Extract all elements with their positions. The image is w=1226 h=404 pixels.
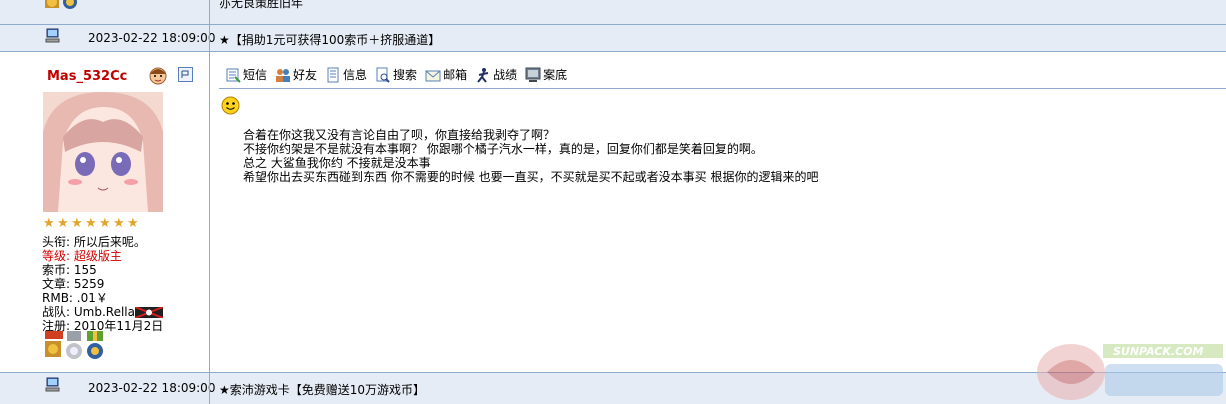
- post-time: 2023-02-22 18:09:00: [88, 381, 216, 395]
- toolbar-item-record[interactable]: 案底: [525, 66, 567, 83]
- user-info-value: Umb.Rella: [70, 305, 135, 319]
- rank-star-icon: ★: [85, 216, 97, 231]
- toolbar-item-sms[interactable]: 短信: [225, 66, 267, 83]
- user-info-row: RMB: .01￥: [42, 291, 163, 305]
- post-text-line: 总之 大鲨鱼我你约 不接就是没本事: [243, 156, 431, 170]
- user-info-row: 战队: Umb.Rella: [42, 305, 164, 319]
- rank-star-icon: ★: [113, 216, 125, 231]
- rank-star-icon: ★: [43, 216, 55, 231]
- toolbar-item-label: 短信: [243, 68, 268, 82]
- site-watermark-logo: SUNPACK.COM: [1033, 338, 1226, 404]
- sms-icon: [226, 68, 241, 83]
- user-info-label: 索币:: [42, 263, 71, 277]
- column-divider: [209, 373, 210, 404]
- user-info-label: 战队:: [42, 305, 71, 319]
- toolbar-item-label: 信息: [343, 68, 368, 82]
- user-info-row: 索币: 155: [42, 263, 163, 277]
- post-text-line: 不接你约架是不是就没有本事啊？ 你跟哪个橘子汽水一样，真的是，回复你们都是笑着回…: [243, 142, 763, 156]
- send-message-icon[interactable]: [178, 67, 193, 82]
- user-info-label: RMB:: [42, 291, 73, 305]
- mail-icon: [425, 70, 441, 81]
- post-time: 2023-02-22 18:09:00: [88, 31, 216, 45]
- column-divider: [209, 0, 210, 404]
- prev-post-footer: [0, 0, 1226, 24]
- toolbar-item-search[interactable]: 搜索: [375, 66, 417, 83]
- ad-link[interactable]: ★索沛游戏卡【免费赠送10万游戏币】: [219, 381, 425, 398]
- user-info-row: 头衔: 所以后来呢。: [42, 235, 163, 249]
- rank-star-icon: ★: [127, 216, 139, 231]
- toolbar-item-battle-record[interactable]: 战绩: [475, 66, 517, 83]
- post-text-line: 合着在你这我又没有言论自由了呗，你直接给我剥夺了啊？: [243, 128, 556, 142]
- user-info-label: 头衔:: [42, 235, 71, 249]
- avatar: [43, 92, 163, 212]
- divider: [219, 88, 1226, 89]
- record-icon: [525, 67, 541, 82]
- friends-icon: [276, 68, 291, 82]
- smiley-emoticon-icon: [221, 96, 240, 115]
- user-info-row: 文章: 5259: [42, 277, 163, 291]
- user-info: 头衔: 所以后来呢。 等级: 超级版主 索币: 155 文章: 5259 RMB: .0…: [42, 235, 164, 333]
- toolbar-item-label: 案底: [543, 68, 568, 82]
- medal-icons: [43, 0, 83, 12]
- user-info-value: 5259: [70, 277, 105, 291]
- divider: [0, 51, 1226, 52]
- user-info-value: 超级版主: [70, 249, 122, 263]
- clan-badge-icon: [134, 306, 164, 319]
- rank-star-icon: ★: [57, 216, 69, 231]
- battle-record-icon: [477, 67, 489, 83]
- user-action-toolbar: 短信 好友 信息 搜索 邮箱 战绩 案底: [225, 66, 567, 83]
- toolbar-item-info[interactable]: 信息: [325, 66, 367, 83]
- toolbar-item-friends[interactable]: 好友: [275, 66, 317, 83]
- rank-star-icon: ★: [71, 216, 83, 231]
- toolbar-item-label: 战绩: [493, 68, 518, 82]
- user-info-value: 所以后来呢。: [70, 235, 146, 249]
- computer-icon: [45, 28, 60, 43]
- rank-stars: ★ ★ ★ ★ ★ ★ ★: [43, 217, 140, 230]
- toolbar-item-label: 邮箱: [443, 68, 468, 82]
- info-icon: [327, 67, 339, 82]
- user-gender-icon: [149, 67, 167, 85]
- rank-star-icon: ★: [99, 216, 111, 231]
- toolbar-item-label: 好友: [293, 68, 318, 82]
- ad-link[interactable]: ★【捐助1元可获得100索币＋挤服通道】: [219, 31, 440, 48]
- user-info-label: 文章:: [42, 277, 71, 291]
- user-info-value: .01￥: [72, 291, 108, 305]
- computer-icon: [45, 377, 60, 392]
- toolbar-item-label: 搜索: [393, 68, 418, 82]
- svg-text:SUNPACK.COM: SUNPACK.COM: [1113, 345, 1203, 358]
- username-link[interactable]: Mas_532Cc: [47, 69, 127, 84]
- post-info-bar: 2023-02-22 18:09:00 ★【捐助1元可获得100索币＋挤服通道】: [0, 25, 1226, 51]
- user-info-row: 等级: 超级版主: [42, 249, 163, 263]
- post-text-line: 希望你出去买东西碰到东西 你不需要的时候 也要一直买，不买就是买不起或者没本事买…: [243, 170, 819, 184]
- user-info-label: 等级:: [42, 249, 71, 263]
- medal-icons: [43, 331, 113, 367]
- prev-post-last-line: 亦无良策胜旧年: [219, 0, 304, 10]
- post-body: 合着在你这我又没有言论自由了呗，你直接给我剥夺了啊？ 不接你约架是不是就没有本事啊…: [243, 128, 818, 184]
- user-info-value: 155: [70, 263, 97, 277]
- search-icon: [376, 67, 390, 83]
- toolbar-item-mail[interactable]: 邮箱: [425, 66, 467, 83]
